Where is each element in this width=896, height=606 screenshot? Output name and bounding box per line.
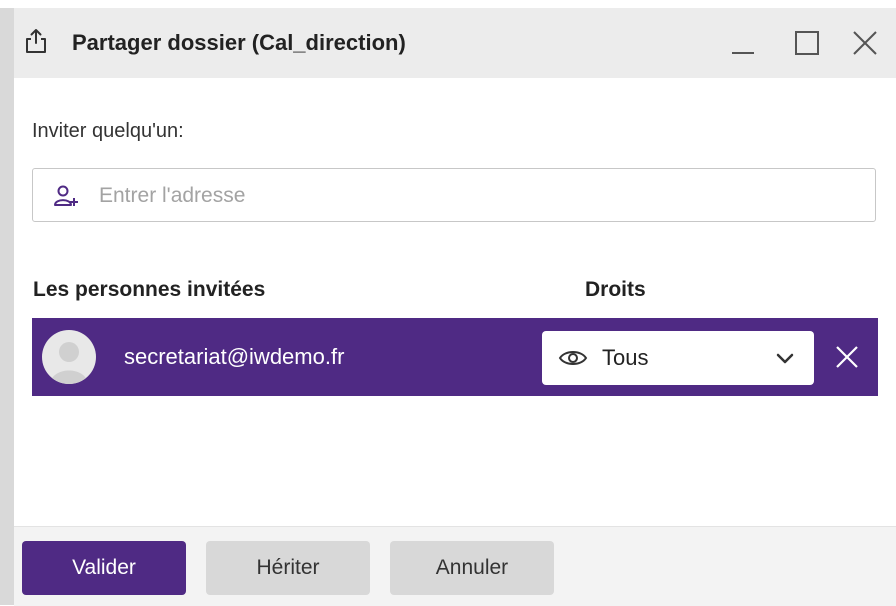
invite-field[interactable] [32, 168, 876, 222]
dialog-title: Partager dossier (Cal_direction) [72, 30, 406, 55]
background-panel-edge [0, 0, 14, 605]
avatar [42, 330, 96, 384]
minimize-icon[interactable] [726, 26, 760, 60]
close-icon[interactable] [848, 26, 882, 60]
chevron-down-icon [776, 353, 794, 364]
share-icon [26, 29, 46, 53]
rights-dropdown[interactable]: Tous [542, 331, 814, 385]
add-user-icon [54, 185, 78, 206]
share-folder-dialog: Partager dossier (Cal_direction) Inviter… [14, 8, 896, 606]
remove-guest-icon[interactable] [832, 342, 862, 372]
guest-row[interactable]: secretariat@iwdemo.fr Tous [32, 318, 878, 396]
guests-header-people: Les personnes invitées [33, 278, 266, 301]
guest-email: secretariat@iwdemo.fr [124, 344, 345, 369]
maximize-icon[interactable] [790, 26, 824, 60]
background-top-edge [0, 0, 896, 8]
avatar-silhouette-icon [50, 342, 88, 384]
invite-label: Inviter quelqu'un: [32, 120, 184, 142]
dialog-titlebar[interactable]: Partager dossier (Cal_direction) [14, 8, 896, 78]
validate-button[interactable]: Valider [22, 541, 186, 595]
inherit-button[interactable]: Hériter [206, 541, 370, 595]
cancel-button[interactable]: Annuler [390, 541, 554, 595]
guests-header-rights: Droits [585, 278, 646, 301]
eye-icon [558, 351, 588, 365]
dialog-footer: Valider Hériter Annuler [14, 526, 896, 606]
rights-value: Tous [602, 345, 649, 370]
invite-address-input[interactable] [97, 177, 861, 215]
